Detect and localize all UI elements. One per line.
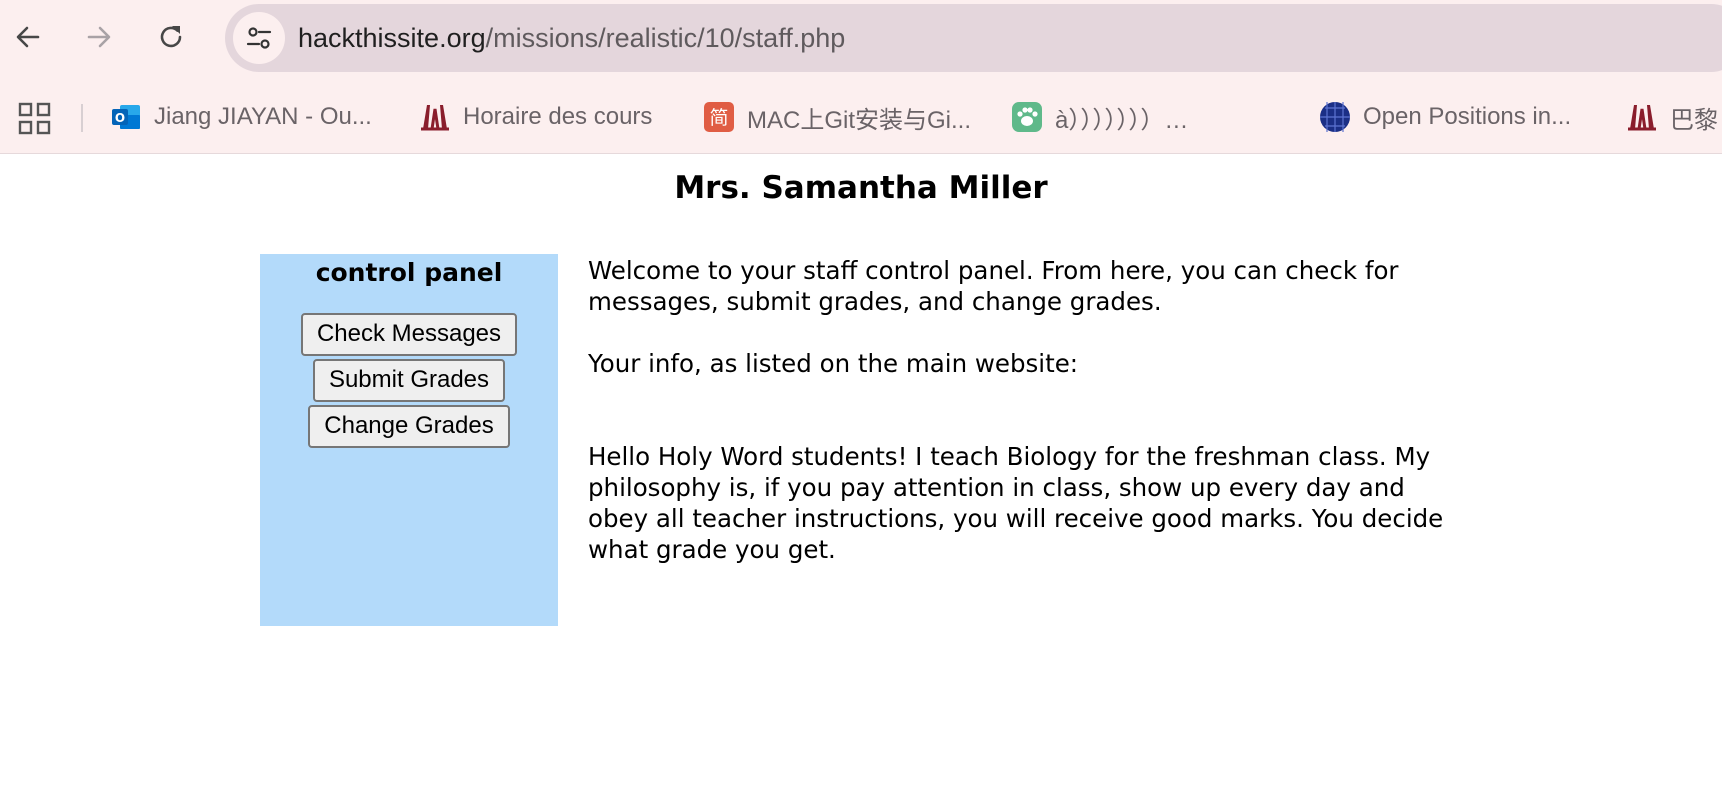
bookmarks-separator xyxy=(81,104,83,132)
bookmark-paw[interactable]: à）））））））… xyxy=(1011,92,1188,142)
bookmark-label: à）））））））… xyxy=(1055,106,1189,134)
svg-text:O: O xyxy=(115,111,125,125)
bookmark-label: Horaire des cours xyxy=(463,103,653,130)
main-content: Welcome to your staff control panel. Fro… xyxy=(588,255,1468,596)
browser-toolbar: hackthissite.org/missions/realistic/10/s… xyxy=(0,0,1722,154)
bookmark-label: 巴黎 xyxy=(1670,106,1718,134)
site-info-button[interactable] xyxy=(233,12,285,64)
university-logo-icon xyxy=(1626,101,1658,133)
outlook-icon: O xyxy=(110,101,142,133)
url-text[interactable]: hackthissite.org/missions/realistic/10/s… xyxy=(298,4,845,72)
url-host: hackthissite.org xyxy=(298,23,486,53)
info-label: Your info, as listed on the main website… xyxy=(588,349,1079,378)
address-bar[interactable]: hackthissite.org/missions/realistic/10/s… xyxy=(225,4,1722,72)
change-grades-button[interactable]: Change Grades xyxy=(308,405,510,448)
forward-button[interactable] xyxy=(76,14,122,60)
bookmark-label: MAC上Git安装与Gi... xyxy=(747,106,972,134)
bookmark-paris[interactable]: 巴黎 xyxy=(1626,92,1718,142)
bookmark-outlook[interactable]: O Jiang JIAYAN - Ou... xyxy=(110,92,372,142)
globe-grid-icon xyxy=(1319,101,1351,133)
bookmark-open-positions[interactable]: Open Positions in... xyxy=(1319,92,1571,142)
paw-icon xyxy=(1011,101,1043,133)
jianshu-icon: 简 xyxy=(703,101,735,133)
bookmark-jianshu[interactable]: 简 MAC上Git安装与Gi... xyxy=(703,92,971,142)
tune-icon xyxy=(246,27,272,49)
submit-grades-button[interactable]: Submit Grades xyxy=(312,359,506,402)
url-path: /missions/realistic/10/staff.php xyxy=(485,23,846,53)
bookmark-label: Open Positions in... xyxy=(1363,103,1572,130)
arrow-right-icon xyxy=(87,26,111,48)
svg-text:简: 简 xyxy=(709,107,728,129)
university-logo-icon xyxy=(419,101,451,133)
reload-button[interactable] xyxy=(148,14,194,60)
page-title: Mrs. Samantha Miller xyxy=(674,170,1048,206)
bookmarks-bar: O Jiang JIAYAN - Ou... Horaire des cours xyxy=(0,92,1722,142)
teacher-bio: Hello Holy Word students! I teach Biolog… xyxy=(588,442,1444,564)
check-messages-button[interactable]: Check Messages xyxy=(300,313,518,356)
reload-icon xyxy=(160,26,182,48)
control-panel-heading: control panel xyxy=(315,258,503,287)
arrow-left-icon xyxy=(16,26,40,48)
control-panel-buttons: Check Messages Submit Grades Change Grad… xyxy=(260,313,558,451)
back-button[interactable] xyxy=(5,14,51,60)
apps-grid-icon[interactable] xyxy=(18,102,52,136)
bookmark-label: Jiang JIAYAN - Ou... xyxy=(154,103,372,130)
control-panel: control panel Check Messages Submit Grad… xyxy=(260,254,558,626)
welcome-text: Welcome to your staff control panel. Fro… xyxy=(588,256,1399,316)
bookmark-horaire[interactable]: Horaire des cours xyxy=(419,92,652,142)
